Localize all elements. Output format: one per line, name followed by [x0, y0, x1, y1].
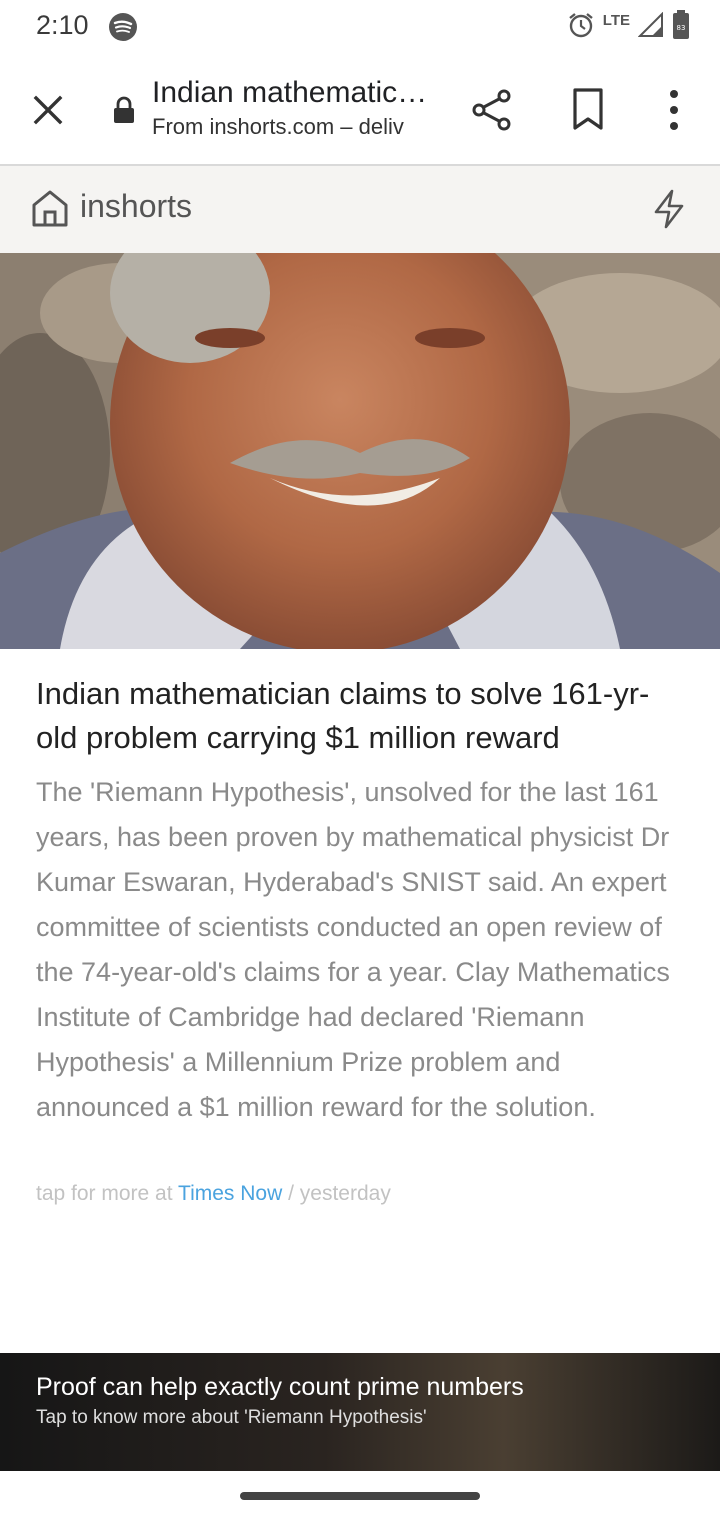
related-banner[interactable]: Proof can help exactly count prime numbe…: [0, 1353, 720, 1471]
lightning-icon[interactable]: [650, 188, 688, 230]
home-icon[interactable]: [30, 188, 70, 228]
page-title: Indian mathematician claims to solve 161…: [152, 76, 430, 109]
network-type: LTE: [602, 11, 630, 29]
article-headline: Indian mathematician claims to solve 161…: [36, 676, 650, 755]
article-source-line: tap for more at Times Now / yesterday: [36, 1182, 391, 1206]
battery-icon: 83: [673, 10, 689, 39]
close-icon[interactable]: [28, 90, 68, 130]
banner-title: Proof can help exactly count prime numbe…: [36, 1373, 524, 1401]
status-icons: LTE 83: [567, 10, 690, 40]
site-logo-text[interactable]: inshorts: [80, 188, 192, 225]
article-body: The 'Riemann Hypothesis', unsolved for t…: [36, 777, 670, 1122]
source-link[interactable]: Times Now: [178, 1182, 282, 1205]
share-icon[interactable]: [470, 88, 514, 132]
lock-icon[interactable]: [111, 96, 137, 124]
custom-tab-toolbar: Indian mathematician claims to solve 161…: [0, 56, 720, 166]
site-header: inshorts: [0, 166, 720, 253]
spotify-icon: [109, 13, 137, 41]
alarm-icon: [569, 13, 593, 38]
status-bar: 2:10 LTE 83: [0, 0, 720, 56]
page-origin: From inshorts.com – deliv: [152, 114, 404, 139]
source-time: yesterday: [299, 1182, 391, 1205]
status-time: 2:10: [36, 10, 89, 40]
banner-subtitle: Tap to know more about 'Riemann Hypothes…: [36, 1407, 427, 1428]
article-photo: [0, 253, 720, 649]
signal-icon: [638, 12, 663, 37]
bookmark-icon[interactable]: [568, 86, 608, 132]
svg-text:83: 83: [677, 24, 686, 32]
source-separator: /: [282, 1182, 300, 1205]
url-area[interactable]: Indian mathematician claims to solve 161…: [152, 74, 430, 142]
gesture-nav-handle[interactable]: [240, 1492, 480, 1500]
more-options-icon[interactable]: [660, 86, 688, 134]
source-prefix: tap for more at: [36, 1182, 173, 1205]
